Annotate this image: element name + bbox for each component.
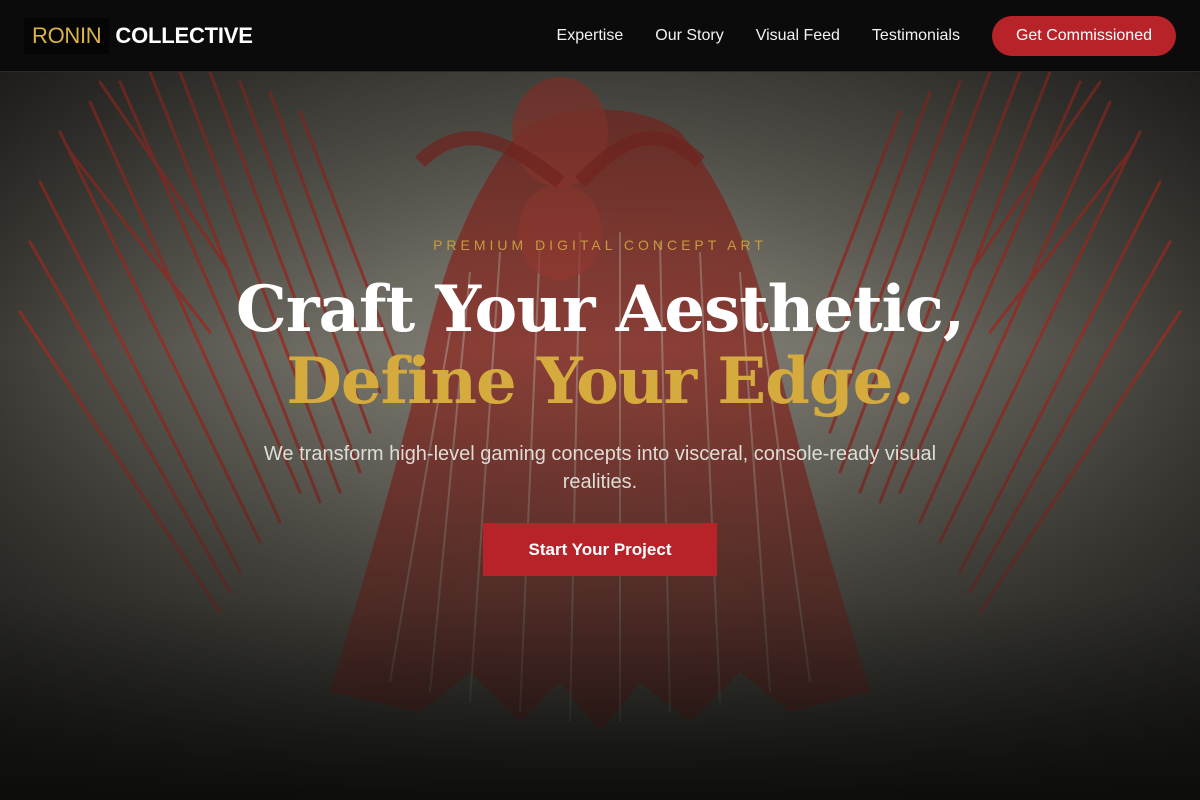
- hero-headline-line2: Define Your Edge.: [286, 344, 914, 419]
- brand-collective-text: COLLECTIVE: [115, 22, 253, 48]
- nav-link-testimonials[interactable]: Testimonials: [872, 27, 960, 45]
- brand-logo[interactable]: RONIN COLLECTIVE: [24, 17, 253, 54]
- nav-link-expertise[interactable]: Expertise: [557, 27, 624, 45]
- main-nav: Expertise Our Story Visual Feed Testimon…: [525, 15, 1176, 56]
- nav-link-our-story[interactable]: Our Story: [655, 27, 723, 45]
- brand-ronin-text: RONIN: [24, 17, 110, 54]
- hero-overlay: [0, 72, 1200, 800]
- start-your-project-button[interactable]: Start Your Project: [483, 523, 717, 576]
- hero-subtitle: We transform high-level gaming concepts …: [263, 443, 937, 493]
- hero-section: PREMIUM DIGITAL CONCEPT ART Craft Your A…: [0, 72, 1200, 800]
- hero-headline-line1: Craft Your Aesthetic,: [235, 272, 965, 347]
- get-commissioned-button[interactable]: Get Commissioned: [991, 15, 1176, 56]
- nav-link-visual-feed[interactable]: Visual Feed: [756, 27, 840, 45]
- site-header: RONIN COLLECTIVE Expertise Our Story Vis…: [0, 0, 1200, 72]
- hero-eyebrow: PREMIUM DIGITAL CONCEPT ART: [433, 237, 767, 253]
